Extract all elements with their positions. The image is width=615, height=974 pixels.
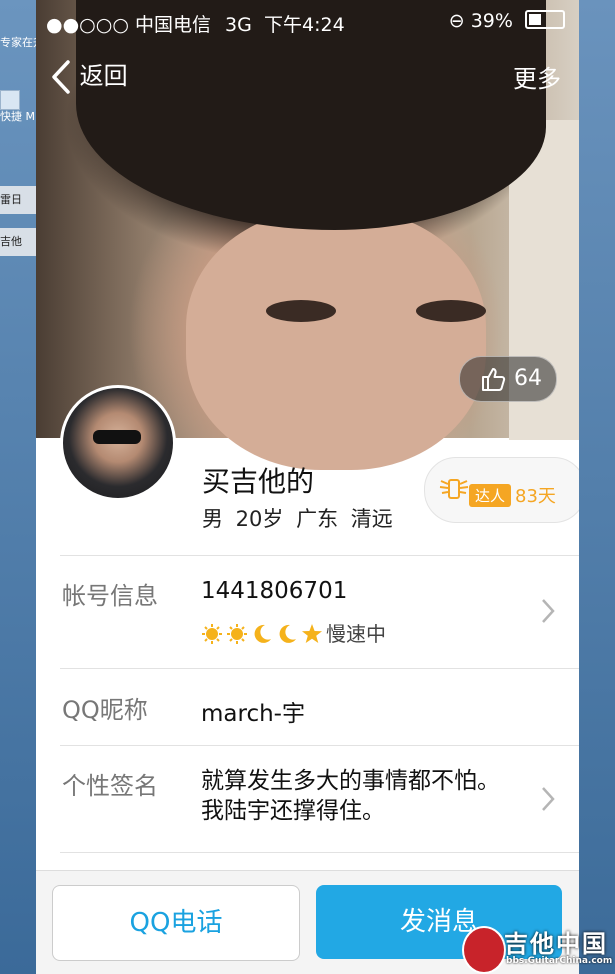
speed-label: 慢速中	[326, 622, 386, 646]
desktop-left-strip: 专家在升级 快捷 Microsof... 雷日 吉他	[0, 0, 36, 974]
account-label: 帐号信息	[62, 582, 158, 610]
avatar[interactable]	[60, 385, 176, 501]
signal-icon: ●●○○○	[46, 14, 129, 36]
battery-percent: 39%	[470, 10, 513, 32]
moon-icon	[279, 624, 296, 643]
daren-days: 83天	[515, 486, 556, 507]
chevron-right-icon	[542, 787, 555, 811]
taskbar-item-2[interactable]: 吉他	[0, 228, 36, 256]
daren-badge[interactable]: 达人 83天	[424, 457, 579, 523]
file-icon	[0, 90, 20, 110]
watermark: 吉他中国 bbs.GuitarChina.com	[462, 922, 615, 974]
status-bar: ●●○○○ 中国电信 3G 下午4:24 ⊖ 39%	[36, 0, 579, 44]
back-button[interactable]: 返回	[50, 56, 128, 95]
watermark-title: 吉他中国	[504, 930, 608, 958]
carrier-label: 中国电信	[134, 14, 211, 36]
moon-icon	[254, 624, 271, 643]
phone-wings-icon	[439, 479, 469, 499]
desktop-right-strip	[579, 0, 615, 974]
profile-name: 买吉他的	[202, 465, 315, 498]
rotation-lock-icon: ⊖	[448, 10, 465, 32]
guitar-logo-icon	[462, 926, 506, 974]
daren-tag: 达人	[469, 484, 512, 507]
nav-bar: 返回 更多	[36, 50, 579, 100]
nickname-label: QQ昵称	[62, 696, 148, 724]
signature-label: 个性签名	[62, 772, 158, 800]
nickname-value: march-宇	[201, 701, 305, 727]
watermark-url: bbs.GuitarChina.com	[506, 956, 613, 966]
chevron-right-icon	[542, 599, 555, 623]
status-time: 下午4:24	[264, 14, 345, 36]
battery-fill	[529, 14, 541, 25]
sun-icon	[227, 624, 247, 644]
account-value: 1441806701	[201, 578, 348, 604]
back-label: 返回	[79, 62, 128, 90]
phone-screen: ●●○○○ 中国电信 3G 下午4:24 ⊖ 39% 返回 更多 64 买吉他的…	[36, 0, 579, 974]
star-icon	[302, 624, 322, 643]
qq-call-button[interactable]: QQ电话	[52, 885, 300, 961]
sun-icon	[202, 624, 222, 644]
chevron-left-icon	[52, 60, 70, 94]
thumbs-up-icon	[482, 368, 506, 391]
like-count: 64	[514, 366, 542, 391]
level-indicator: 慢速中	[201, 618, 386, 647]
desktop-icon-expert[interactable]: 专家在升级	[0, 36, 36, 49]
profile-info: 男 20岁 广东 清远	[202, 507, 393, 531]
battery-icon	[525, 10, 565, 29]
like-button[interactable]: 64	[459, 356, 557, 402]
taskbar-item-1[interactable]: 雷日	[0, 186, 36, 214]
signature-value: 就算发生多大的事情都不怕。我陆宇还撑得住。	[201, 768, 500, 824]
network-label: 3G	[225, 14, 252, 36]
more-button[interactable]: 更多	[513, 59, 561, 94]
desktop-icon-shortcut[interactable]: 快捷 Microsof...	[0, 90, 36, 123]
